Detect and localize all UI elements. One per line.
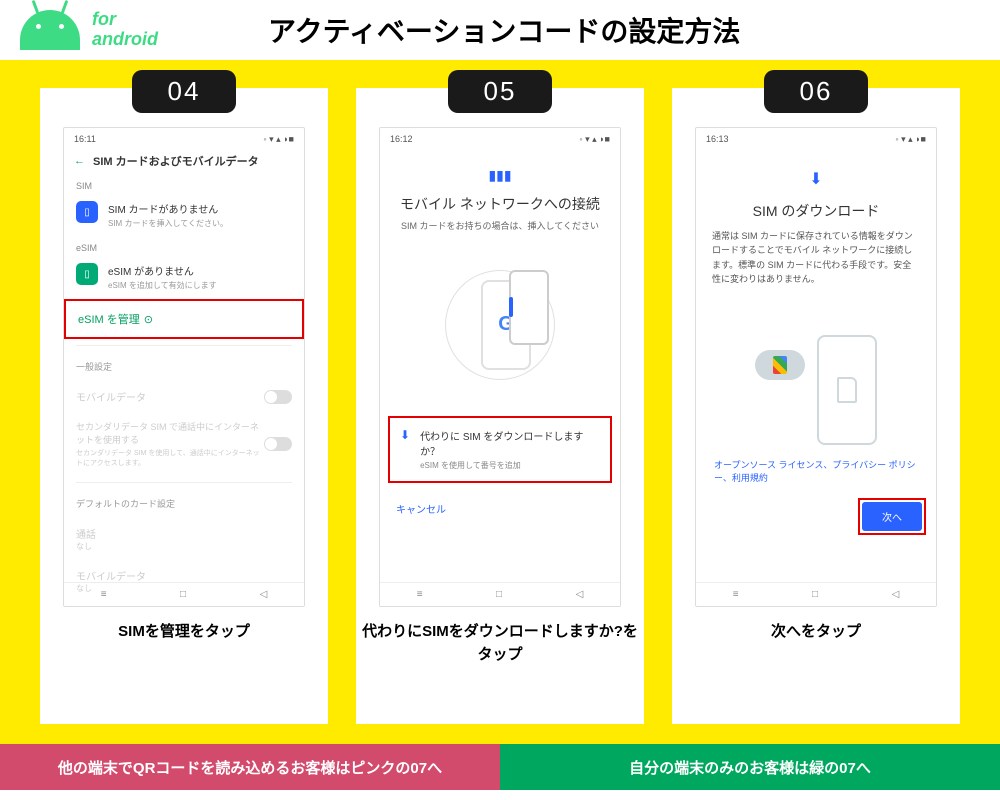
- chevron-icon: ⊙: [144, 313, 153, 326]
- phone-icon: [509, 270, 549, 345]
- footer-pink-note: 他の端末でQRコードを読み込めるお客様はピンクの07へ: [0, 744, 500, 790]
- section-sim: SIM: [64, 175, 304, 193]
- dl-sub: eSIM を使用して番号を追加: [420, 460, 600, 471]
- sim-dl-title: SIM のダウンロード: [712, 201, 920, 221]
- home-icon[interactable]: □: [496, 589, 502, 600]
- section-esim: eSIM: [64, 237, 304, 255]
- back-nav-icon[interactable]: ◁: [892, 589, 900, 600]
- secondary-sim-row: セカンダリデータ SIM で通話中にインターネットを使用する セカンダリデータ …: [64, 412, 304, 476]
- step-number: 06: [764, 70, 869, 113]
- step-04: 04 16:11 ◦ ▾ ▴ ◗■ ← SIM カードおよびモバイルデータ SI…: [40, 88, 328, 724]
- footer-green-note: 自分の端末のみのお客様は緑の07へ: [500, 744, 1000, 790]
- phone-screenshot-05: 16:12 ◦ ▾ ▴ ◗■ ▮▮▮ モバイル ネットワークへの接続 SIM カ…: [379, 127, 621, 607]
- time: 16:12: [390, 134, 413, 145]
- home-icon[interactable]: □: [180, 589, 186, 600]
- general-section: 一般設定: [64, 352, 304, 381]
- home-icon[interactable]: □: [812, 589, 818, 600]
- nav-bar: ≡ □ ◁: [696, 582, 936, 606]
- status-icons: ◦ ▾ ▴ ◗■: [263, 134, 294, 145]
- header: for android アクティベーションコードの設定方法: [0, 0, 1000, 60]
- nav-bar: ≡ □ ◁: [64, 582, 304, 606]
- step-caption: 代わりにSIMをダウンロードしますか?をタップ: [356, 621, 644, 666]
- menu-icon[interactable]: ≡: [417, 589, 423, 600]
- phone-icon: [817, 335, 877, 445]
- step-05: 05 16:12 ◦ ▾ ▴ ◗■ ▮▮▮ モバイル ネットワークへの接続 SI…: [356, 88, 644, 724]
- cancel-button[interactable]: キャンセル: [380, 487, 620, 530]
- next-button-highlighted[interactable]: 次へ: [858, 498, 926, 535]
- android-logo: for android: [20, 10, 158, 50]
- toggle-icon: [264, 437, 292, 451]
- screen-header: ← SIM カードおよびモバイルデータ: [64, 147, 304, 175]
- no-esim-title: eSIM がありません: [108, 263, 292, 278]
- time: 16:11: [74, 134, 96, 145]
- step-caption: SIMを管理をタップ: [118, 621, 250, 644]
- step-06: 06 16:13 ◦ ▾ ▴ ◗■ ⬇ SIM のダウンロード 通常は SIM …: [672, 88, 960, 724]
- step-number: 05: [448, 70, 553, 113]
- sim-row[interactable]: ▯ SIM カードがありません SIM カードを挿入してください。: [64, 193, 304, 237]
- nav-bar: ≡ □ ◁: [380, 582, 620, 606]
- sim-icon: [837, 377, 857, 403]
- license-links[interactable]: オープンソース ライセンス、プライバシー ポリシー、利用規約: [712, 455, 920, 490]
- status-bar: 16:12 ◦ ▾ ▴ ◗■: [380, 128, 620, 147]
- main-content: 04 16:11 ◦ ▾ ▴ ◗■ ← SIM カードおよびモバイルデータ SI…: [0, 60, 1000, 744]
- menu-icon[interactable]: ≡: [733, 589, 739, 600]
- no-esim-sub: eSIM を追加して有効にします: [108, 280, 292, 291]
- back-nav-icon[interactable]: ◁: [260, 589, 268, 600]
- step-caption: 次へをタップ: [771, 621, 861, 644]
- back-nav-icon[interactable]: ◁: [576, 589, 584, 600]
- download-icon: ⬇: [400, 428, 410, 442]
- download-icon: ⬇: [712, 169, 920, 189]
- connect-title: モバイル ネットワークへの接続: [396, 194, 604, 214]
- status-bar: 16:11 ◦ ▾ ▴ ◗■: [64, 128, 304, 147]
- illustration: [712, 305, 920, 445]
- sim-card-icon: ▯: [76, 201, 98, 223]
- status-icons: ◦ ▾ ▴ ◗■: [895, 134, 926, 145]
- time: 16:13: [706, 134, 729, 145]
- back-icon[interactable]: ←: [74, 155, 85, 167]
- status-bar: 16:13 ◦ ▾ ▴ ◗■: [696, 128, 936, 147]
- manage-esim-label: eSIM を管理: [78, 311, 140, 327]
- illustration: G: [396, 250, 604, 400]
- no-sim-title: SIM カードがありません: [108, 201, 292, 216]
- sim-dl-desc: 通常は SIM カードに保存されている情報をダウンロードすることでモバイル ネッ…: [712, 229, 920, 287]
- menu-icon[interactable]: ≡: [101, 589, 107, 600]
- for-android-label: for android: [92, 10, 158, 50]
- no-sim-sub: SIM カードを挿入してください。: [108, 218, 292, 229]
- download-sim-highlighted[interactable]: ⬇ 代わりに SIM をダウンロードしますか？ eSIM を使用して番号を追加: [388, 416, 612, 483]
- screen-title: SIM カードおよびモバイルデータ: [93, 153, 259, 169]
- manage-esim-highlighted[interactable]: eSIM を管理 ⊙: [64, 299, 304, 339]
- signal-icon: ▮▮▮: [396, 167, 604, 184]
- default-cards: デフォルトのカード設定: [64, 489, 304, 518]
- cloud-icon: [755, 350, 805, 380]
- toggle-icon: [264, 390, 292, 404]
- esim-row[interactable]: ▯ eSIM がありません eSIM を追加して有効にします: [64, 255, 304, 299]
- step-number: 04: [132, 70, 237, 113]
- call-row: 通話なし: [64, 518, 304, 560]
- footer: 他の端末でQRコードを読み込めるお客様はピンクの07へ 自分の端末のみのお客様は…: [0, 744, 1000, 790]
- next-button[interactable]: 次へ: [862, 502, 922, 531]
- mobile-data-row: モバイルデータ: [64, 381, 304, 412]
- dl-title: 代わりに SIM をダウンロードしますか？: [420, 428, 600, 458]
- page-title: アクティベーションコードの設定方法: [268, 10, 740, 50]
- phone-screenshot-04: 16:11 ◦ ▾ ▴ ◗■ ← SIM カードおよびモバイルデータ SIM ▯…: [63, 127, 305, 607]
- phone-screenshot-06: 16:13 ◦ ▾ ▴ ◗■ ⬇ SIM のダウンロード 通常は SIM カード…: [695, 127, 937, 607]
- android-icon: [20, 10, 80, 50]
- status-icons: ◦ ▾ ▴ ◗■: [579, 134, 610, 145]
- esim-icon: ▯: [76, 263, 98, 285]
- connect-sub: SIM カードをお持ちの場合は、挿入してください: [396, 220, 604, 234]
